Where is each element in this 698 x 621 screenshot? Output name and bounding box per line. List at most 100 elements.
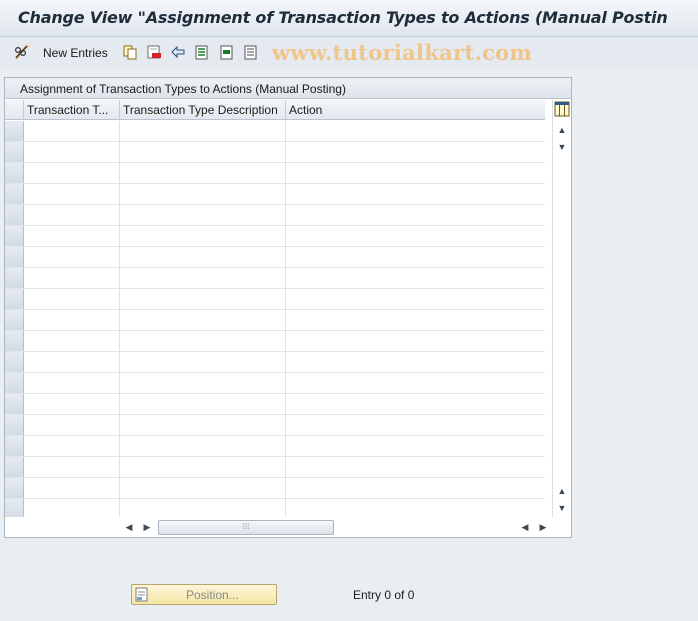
scroll-up-button[interactable]: ▼ <box>553 139 571 155</box>
row-selector[interactable] <box>5 478 24 498</box>
table-row[interactable] <box>5 184 545 205</box>
table-row[interactable] <box>5 289 545 310</box>
cell-transaction-type[interactable] <box>24 457 120 477</box>
scroll-page-up-button[interactable]: ▲ <box>553 122 571 138</box>
scroll-far-right-button[interactable]: ▶ <box>537 520 549 534</box>
table-row[interactable] <box>5 457 545 478</box>
cell-action[interactable] <box>286 457 545 477</box>
table-row[interactable] <box>5 163 545 184</box>
cell-transaction-type-description[interactable] <box>120 478 286 498</box>
cell-transaction-type-description[interactable] <box>120 352 286 372</box>
cell-action[interactable] <box>286 499 545 519</box>
scroll-left-button[interactable]: ◀ <box>123 520 135 534</box>
delete-button[interactable] <box>145 43 163 61</box>
cell-transaction-type[interactable] <box>24 415 120 435</box>
cell-transaction-type[interactable] <box>24 268 120 288</box>
cell-transaction-type[interactable] <box>24 142 120 162</box>
cell-transaction-type[interactable] <box>24 331 120 351</box>
column-configuration-button[interactable] <box>554 101 570 117</box>
scroll-far-left-button[interactable]: ◀ <box>519 520 531 534</box>
cell-action[interactable] <box>286 352 545 372</box>
scroll-right-button[interactable]: ▶ <box>141 520 153 534</box>
cell-action[interactable] <box>286 184 545 204</box>
cell-transaction-type-description[interactable] <box>120 499 286 519</box>
table-row[interactable] <box>5 142 545 163</box>
cell-transaction-type[interactable] <box>24 373 120 393</box>
cell-action[interactable] <box>286 142 545 162</box>
row-selector[interactable] <box>5 289 24 309</box>
horizontal-scroll-thumb[interactable]: ⁞⁞⁞ <box>158 520 334 535</box>
row-selector[interactable] <box>5 121 24 141</box>
scroll-page-down-button[interactable]: ▼ <box>553 500 571 516</box>
cell-transaction-type[interactable] <box>24 289 120 309</box>
table-row[interactable] <box>5 415 545 436</box>
cell-action[interactable] <box>286 394 545 414</box>
cell-transaction-type[interactable] <box>24 499 120 519</box>
display-change-toggle-button[interactable] <box>12 43 32 61</box>
cell-action[interactable] <box>286 373 545 393</box>
cell-transaction-type[interactable] <box>24 310 120 330</box>
column-header-action[interactable]: Action <box>286 100 545 120</box>
cell-transaction-type[interactable] <box>24 226 120 246</box>
row-selector[interactable] <box>5 310 24 330</box>
cell-action[interactable] <box>286 436 545 456</box>
table-row[interactable] <box>5 268 545 289</box>
table-row[interactable] <box>5 394 545 415</box>
cell-transaction-type[interactable] <box>24 478 120 498</box>
row-selector[interactable] <box>5 331 24 351</box>
table-row[interactable] <box>5 226 545 247</box>
cell-transaction-type-description[interactable] <box>120 247 286 267</box>
cell-action[interactable] <box>286 121 545 141</box>
new-entries-button[interactable]: New Entries <box>43 46 108 60</box>
vertical-scrollbar[interactable]: ▲ ▼ ▲ ▼ <box>552 100 571 517</box>
table-row[interactable] <box>5 436 545 457</box>
cell-transaction-type[interactable] <box>24 163 120 183</box>
cell-transaction-type[interactable] <box>24 352 120 372</box>
cell-transaction-type-description[interactable] <box>120 121 286 141</box>
cell-action[interactable] <box>286 289 545 309</box>
row-selector[interactable] <box>5 394 24 414</box>
cell-action[interactable] <box>286 415 545 435</box>
cell-transaction-type-description[interactable] <box>120 457 286 477</box>
row-selector[interactable] <box>5 436 24 456</box>
table-row[interactable] <box>5 478 545 499</box>
row-selector[interactable] <box>5 268 24 288</box>
cell-transaction-type-description[interactable] <box>120 226 286 246</box>
cell-transaction-type-description[interactable] <box>120 268 286 288</box>
cell-action[interactable] <box>286 247 545 267</box>
row-selector[interactable] <box>5 163 24 183</box>
column-header-transaction-type-description[interactable]: Transaction Type Description <box>120 100 286 120</box>
cell-action[interactable] <box>286 268 545 288</box>
cell-transaction-type[interactable] <box>24 205 120 225</box>
cell-transaction-type[interactable] <box>24 394 120 414</box>
table-row[interactable] <box>5 310 545 331</box>
row-selector[interactable] <box>5 247 24 267</box>
cell-action[interactable] <box>286 478 545 498</box>
row-selector[interactable] <box>5 373 24 393</box>
horizontal-scrollbar[interactable]: ◀ ▶ ⁞⁞⁞ ◀ ▶ <box>5 517 571 537</box>
cell-transaction-type-description[interactable] <box>120 142 286 162</box>
table-row[interactable] <box>5 247 545 268</box>
cell-transaction-type-description[interactable] <box>120 331 286 351</box>
column-header-transaction-type[interactable]: Transaction T... <box>24 100 120 120</box>
cell-transaction-type-description[interactable] <box>120 205 286 225</box>
cell-transaction-type-description[interactable] <box>120 163 286 183</box>
row-selector[interactable] <box>5 499 24 519</box>
deselect-all-button[interactable] <box>242 43 260 61</box>
select-block-button[interactable] <box>218 43 236 61</box>
cell-transaction-type-description[interactable] <box>120 415 286 435</box>
cell-transaction-type-description[interactable] <box>120 289 286 309</box>
table-row[interactable] <box>5 121 545 142</box>
row-selector[interactable] <box>5 415 24 435</box>
cell-action[interactable] <box>286 310 545 330</box>
cell-transaction-type[interactable] <box>24 184 120 204</box>
copy-as-button[interactable] <box>121 43 139 61</box>
cell-action[interactable] <box>286 226 545 246</box>
row-selector[interactable] <box>5 352 24 372</box>
cell-transaction-type-description[interactable] <box>120 436 286 456</box>
scroll-down-button[interactable]: ▲ <box>553 483 571 499</box>
cell-transaction-type[interactable] <box>24 436 120 456</box>
position-button[interactable]: Position... <box>131 584 277 605</box>
row-selector[interactable] <box>5 457 24 477</box>
row-selector[interactable] <box>5 142 24 162</box>
